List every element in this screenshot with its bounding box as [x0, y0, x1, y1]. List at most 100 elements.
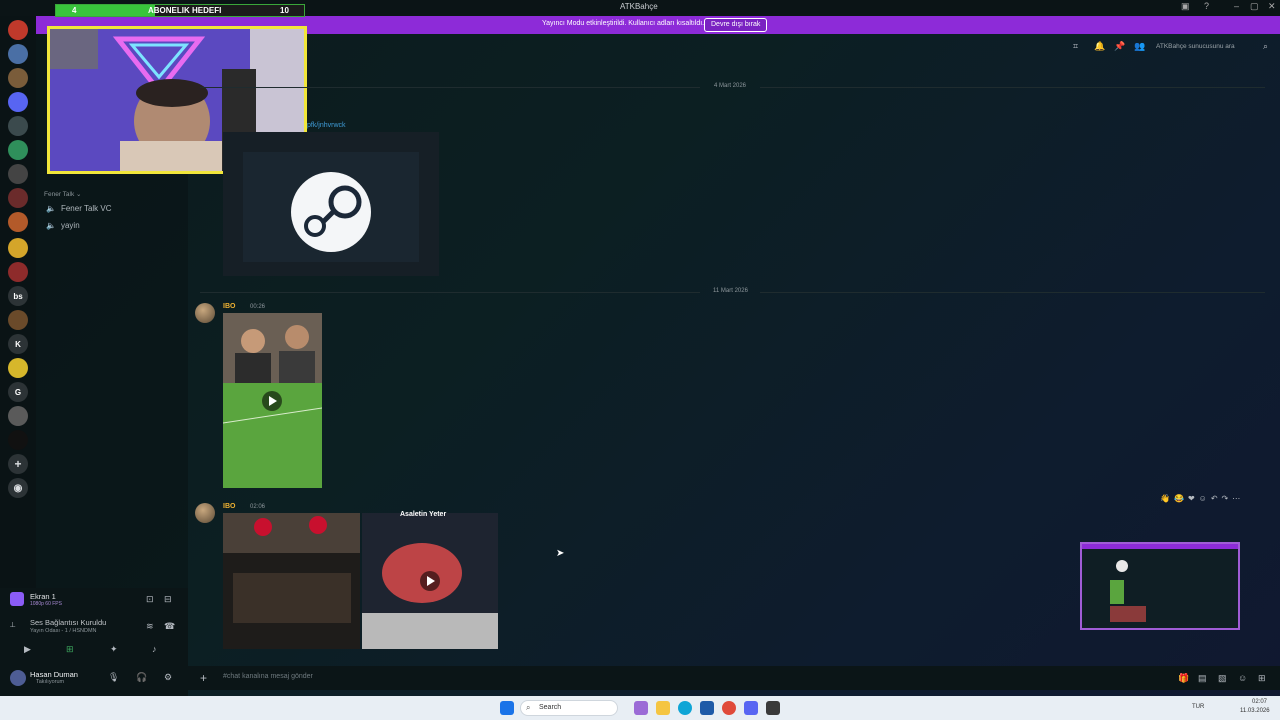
banner-text: Yayıncı Modu etkinleştirildi. Kullanıcı … [542, 20, 705, 27]
message-composer[interactable]: + #chat kanalına mesaj gönder 🎁 ▤ ▧ ☺ ⊞ [188, 666, 1280, 690]
server-icon-k[interactable]: K [8, 334, 28, 354]
channel-category[interactable]: Fener Talk ⌄ [44, 190, 81, 198]
server-icon[interactable] [8, 406, 28, 426]
clock-time[interactable]: 02:07 [1252, 699, 1267, 705]
bell-icon[interactable]: 🔔 [1094, 41, 1105, 52]
link-embed[interactable] [223, 132, 439, 276]
server-icon[interactable] [8, 238, 28, 258]
message-input[interactable]: #chat kanalına mesaj gönder [223, 673, 313, 680]
goal-target: 10 [280, 6, 289, 15]
server-icon-g[interactable]: G [8, 382, 28, 402]
activities-icon[interactable]: ✦ [110, 644, 118, 655]
pin-icon[interactable]: 📌 [1114, 41, 1125, 52]
headphones-icon[interactable]: 🎧 [136, 672, 147, 683]
channel-fener-talk-vc[interactable]: 🔈 Fener Talk VC [46, 204, 112, 213]
server-icon[interactable] [8, 92, 28, 112]
threads-icon[interactable]: ⌗ [1073, 41, 1078, 52]
divider [200, 87, 700, 88]
gif-icon[interactable]: ▤ [1198, 673, 1207, 684]
server-icon[interactable] [8, 20, 28, 40]
stop-stream-icon[interactable]: ⊟ [164, 594, 172, 605]
app-icon[interactable] [766, 701, 780, 715]
add-server-icon[interactable]: + [8, 454, 28, 474]
maximize-button[interactable]: ▢ [1250, 1, 1259, 12]
image-attachment[interactable] [223, 513, 360, 649]
server-icon[interactable] [8, 188, 28, 208]
soundboard-icon[interactable]: ♪ [152, 644, 157, 654]
attach-icon[interactable]: + [200, 671, 207, 685]
search-icon[interactable]: ⌕ [1263, 41, 1268, 52]
server-icon[interactable] [8, 164, 28, 184]
divider [760, 292, 1265, 293]
server-icon[interactable] [8, 68, 28, 88]
discover-icon[interactable]: ◉ [8, 478, 28, 498]
search-icon: ⌕ [526, 703, 531, 712]
inbox-icon[interactable]: ▣ [1181, 1, 1190, 12]
screen-share-icon[interactable]: ⊡ [146, 594, 154, 605]
avatar[interactable] [10, 670, 26, 686]
server-icon[interactable] [8, 116, 28, 136]
taskbar-search-label: Search [539, 704, 562, 711]
microphone-icon[interactable]: 🎙 [108, 672, 119, 683]
forward-icon[interactable]: ↷ [1222, 494, 1229, 508]
reaction-icon[interactable]: 👋 [1160, 494, 1170, 508]
sticker-icon[interactable]: ▧ [1218, 673, 1227, 684]
more-icon[interactable]: ⋯ [1232, 494, 1240, 508]
server-icon[interactable] [8, 140, 28, 160]
server-icon[interactable] [8, 44, 28, 64]
edge-icon[interactable] [678, 701, 692, 715]
file-explorer-icon[interactable] [656, 701, 670, 715]
video-attachment[interactable]: Asaletin Yeter [362, 511, 498, 649]
disable-streamer-mode-button[interactable]: Devre dışı bırak [704, 18, 768, 32]
server-icon[interactable] [8, 430, 28, 450]
minimize-button[interactable]: – [1234, 1, 1239, 11]
discord-icon[interactable] [744, 701, 758, 715]
video-caption: Asaletin Yeter [400, 511, 447, 518]
add-reaction-icon[interactable]: ☺ [1199, 494, 1207, 508]
voice-location[interactable]: Yayın Odası - 1 / HSNDMN [30, 628, 97, 634]
message-author[interactable]: IBO [223, 303, 235, 310]
apps-icon[interactable]: ⊞ [1258, 673, 1266, 684]
gear-icon[interactable]: ⚙ [164, 672, 172, 683]
goal-label: ABONELIK HEDEFI [148, 6, 222, 15]
message-author[interactable]: IBO [223, 503, 235, 510]
disconnect-icon[interactable]: ☎ [164, 621, 175, 632]
server-icon[interactable] [8, 358, 28, 378]
chrome-icon[interactable] [722, 701, 736, 715]
video-attachment[interactable] [222, 313, 323, 488]
channel-label: yayin [60, 221, 80, 230]
reaction-icon[interactable]: 😂 [1174, 494, 1184, 508]
gift-icon[interactable]: 🎁 [1178, 673, 1189, 684]
reply-icon[interactable]: ↶ [1211, 494, 1218, 508]
store-icon[interactable] [700, 701, 714, 715]
windows-start-icon[interactable] [500, 701, 514, 715]
channel-yayin[interactable]: 🔈 yayin [46, 221, 80, 230]
user-name[interactable]: Hasan Duman [30, 670, 78, 679]
app-icon[interactable] [634, 701, 648, 715]
help-icon[interactable]: ? [1204, 1, 1209, 11]
clock-date[interactable]: 11.03.2026 [1240, 708, 1270, 714]
message-link[interactable]: pfk/jnhvrwck [307, 122, 346, 129]
server-icon[interactable] [8, 212, 28, 232]
goal-progress-fill [56, 5, 156, 16]
server-icon[interactable] [8, 262, 28, 282]
voice-status[interactable]: Ses Bağlantısı Kuruldu [30, 618, 106, 627]
close-button[interactable]: ✕ [1268, 1, 1276, 12]
emoji-icon[interactable]: ☺ [1238, 673, 1247, 683]
avatar[interactable] [195, 303, 215, 323]
avatar[interactable] [195, 503, 215, 523]
server-icon[interactable] [8, 310, 28, 330]
server-icon-bs[interactable]: bs [8, 286, 28, 306]
camera-icon[interactable]: ▶ [24, 644, 31, 655]
reaction-icon[interactable]: ❤ [1188, 494, 1195, 508]
stream-preview-image [1082, 544, 1238, 628]
server-search-input[interactable]: ATKBahçe sunucusunu ara [1156, 43, 1235, 50]
steam-embed-image [223, 132, 439, 276]
members-icon[interactable]: 👥 [1134, 41, 1145, 52]
noise-suppression-icon[interactable]: ≋ [146, 621, 154, 632]
stream-preview[interactable] [1080, 542, 1240, 630]
share-screen-icon[interactable]: ⊞ [66, 644, 74, 655]
stream-quality: 1080p 60 FPS [30, 601, 62, 607]
taskbar-search[interactable]: ⌕ Search [520, 700, 618, 716]
language-indicator[interactable]: TUR [1192, 704, 1204, 710]
